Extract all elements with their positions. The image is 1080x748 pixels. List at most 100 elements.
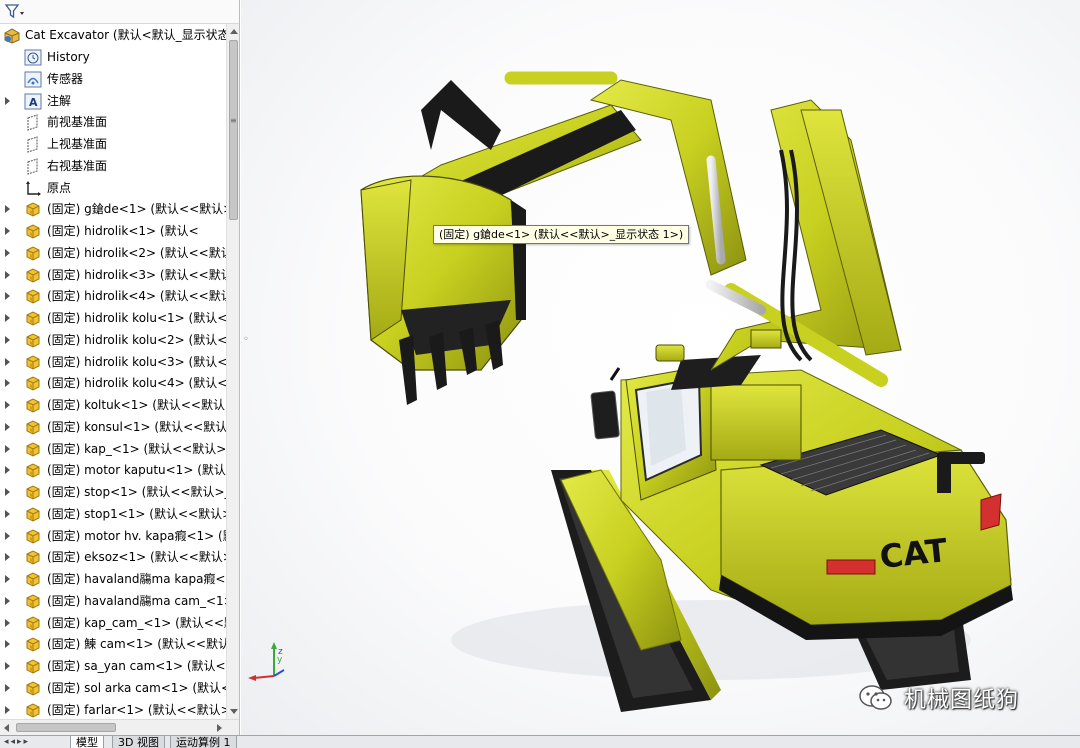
excavator-model: CAT: [360, 71, 1013, 712]
tree-item-label: 注解: [47, 93, 72, 108]
tree-item-label: (固定) koltuk<1> (默认<<默认>: [47, 398, 226, 412]
filter-icon[interactable]: [4, 3, 26, 21]
tree-item[interactable]: (固定) hidrolik kolu<4> (默认<: [0, 373, 226, 394]
tree-item-label: (固定) motor kaputu<1> (默认<: [47, 463, 226, 478]
tab-nav-arrows-icon[interactable]: ◂◂▸▸: [4, 737, 30, 748]
tree-item[interactable]: (固定) hidrolik kolu<3> (默认<: [0, 352, 226, 373]
part-icon: [24, 419, 42, 436]
tree-item-label: (固定) motor hv. kapa瘕<1> (默: [47, 528, 226, 543]
plane-icon: [24, 136, 42, 153]
scroll-thumb[interactable]: [229, 40, 238, 220]
tree-item-label: (固定) kap_cam_<1> (默认<<默: [47, 615, 226, 630]
part-icon: [24, 528, 42, 545]
tree-item-label: (固定) 鰊 cam<1> (默认<<默认:: [47, 637, 226, 652]
tree-item-label: (固定) havaland鬺ma kapa瘕<1: [47, 572, 226, 586]
tree-vertical-scrollbar[interactable]: ≡: [226, 24, 239, 719]
tree-item[interactable]: (固定) motor hv. kapa瘕<1> (默: [0, 526, 226, 547]
plane-icon: [24, 158, 42, 175]
tree-item[interactable]: 上视基准面: [0, 134, 226, 155]
tree-item[interactable]: (固定) sol arka cam<1> (默认<: [0, 678, 226, 699]
expand-arrow-icon[interactable]: [5, 466, 10, 475]
scroll-down-arrow-icon[interactable]: [230, 709, 238, 714]
tree-item[interactable]: History: [0, 47, 226, 68]
expand-arrow-icon[interactable]: [5, 227, 10, 235]
expand-arrow-icon[interactable]: [5, 640, 10, 649]
tree-item-label: (固定) eksoz<1> (默认<<默认>: [47, 550, 226, 565]
tree-item[interactable]: (固定) sa_yan cam<1> (默认<<: [0, 656, 226, 677]
tree-item[interactable]: (固定) g鎗de<1> (默认<<默认>: [0, 199, 226, 220]
tree-item[interactable]: (固定) 鰊 cam<1> (默认<<默认:: [0, 634, 226, 655]
tree-item-label: (固定) hidrolik kolu<2> (默认<: [47, 332, 226, 347]
expand-arrow-icon[interactable]: [5, 488, 10, 496]
feature-manager-tree[interactable]: Cat Excavator (默认<默认_显示状态 History 传感器 A 注解 前视…: [0, 0, 240, 735]
expand-arrow-icon[interactable]: [5, 618, 10, 627]
scroll-right-arrow-icon[interactable]: [217, 724, 222, 732]
expand-arrow-icon[interactable]: [5, 401, 10, 409]
expand-arrow-icon[interactable]: [5, 575, 10, 583]
expand-arrow-icon[interactable]: [5, 270, 10, 279]
graphics-viewport[interactable]: ◦ CAT (固定) g鎗de<1> (默认<<默认>_显示状态 1>) y z…: [241, 0, 1080, 735]
expand-arrow-icon[interactable]: [5, 379, 10, 388]
tree-item[interactable]: (固定) hidrolik<2> (默认<<默认: [0, 243, 226, 264]
tree-item[interactable]: (固定) hidrolik<3> (默认<<默认: [0, 265, 226, 286]
tree-item[interactable]: (固定) hidrolik<4> (默认<<默认: [0, 286, 226, 307]
tree-item[interactable]: A 注解: [0, 91, 226, 112]
expand-arrow-icon[interactable]: [5, 531, 10, 540]
history-icon: [24, 49, 42, 66]
assembly-icon: [3, 27, 21, 44]
horizontal-scroll-thumb[interactable]: [16, 723, 116, 732]
tree-item[interactable]: 原点: [0, 178, 226, 199]
bucket: [360, 175, 526, 405]
expand-arrow-icon[interactable]: [5, 705, 10, 714]
tree-item[interactable]: (固定) koltuk<1> (默认<<默认>: [0, 395, 226, 416]
tree-root-assembly[interactable]: Cat Excavator (默认<默认_显示状态: [0, 25, 226, 46]
part-icon: [24, 658, 42, 675]
tree-horizontal-scrollbar[interactable]: [0, 719, 239, 735]
tree-item[interactable]: (固定) motor kaputu<1> (默认<: [0, 460, 226, 481]
tree-item[interactable]: (固定) kap_cam_<1> (默认<<默: [0, 613, 226, 634]
tree-item-label: (固定) hidrolik kolu<3> (默认<: [47, 354, 226, 369]
part-icon: [24, 288, 42, 305]
tab-model[interactable]: 模型: [70, 736, 104, 748]
tree-item[interactable]: 右视基准面: [0, 156, 226, 177]
tree-item[interactable]: (固定) hidrolik<1> (默认<: [0, 221, 226, 242]
tree-item-label: (固定) konsul<1> (默认<<默认>: [47, 419, 226, 434]
part-icon: [24, 223, 42, 240]
expand-arrow-icon[interactable]: [5, 335, 10, 344]
expand-arrow-icon[interactable]: [5, 662, 10, 670]
expand-arrow-icon[interactable]: [5, 683, 10, 692]
tree-item-label: History: [47, 50, 90, 64]
expand-arrow-icon[interactable]: [5, 314, 10, 322]
tree-item[interactable]: (固定) hidrolik kolu<2> (默认<: [0, 330, 226, 351]
tab-motion-study[interactable]: 运动算例 1: [170, 736, 237, 748]
expand-arrow-icon[interactable]: [5, 205, 10, 214]
part-icon: [24, 462, 42, 479]
tree-item[interactable]: (固定) hidrolik kolu<1> (默认<: [0, 308, 226, 329]
tree-item[interactable]: 前视基准面: [0, 112, 226, 133]
tree-item[interactable]: (固定) havaland鬺ma kapa瘕<1: [0, 569, 226, 590]
svg-text:z: z: [278, 647, 283, 657]
part-icon: [24, 506, 42, 523]
tree-item[interactable]: (固定) havaland鬺ma cam_<1>: [0, 591, 226, 612]
coordinate-triad-icon: y z: [248, 642, 285, 681]
expand-arrow-icon[interactable]: [5, 509, 10, 518]
expand-arrow-icon[interactable]: [5, 444, 10, 453]
scroll-left-arrow-icon[interactable]: [4, 724, 9, 732]
expand-arrow-icon[interactable]: [5, 553, 10, 562]
tree-item[interactable]: (固定) eksoz<1> (默认<<默认>: [0, 547, 226, 568]
tree-item[interactable]: 传感器: [0, 69, 226, 90]
tree-item[interactable]: (固定) kap_<1> (默认<<默认>_: [0, 439, 226, 460]
expand-arrow-icon[interactable]: [5, 292, 10, 301]
tree-item[interactable]: (固定) farlar<1> (默认<<默认>_: [0, 700, 226, 720]
tab-3d-view[interactable]: 3D 视图: [112, 736, 165, 748]
expand-arrow-icon[interactable]: [5, 96, 10, 105]
tree-item[interactable]: (固定) stop1<1> (默认<<默认>_: [0, 504, 226, 525]
expand-arrow-icon[interactable]: [5, 596, 10, 605]
expand-arrow-icon[interactable]: [5, 422, 10, 431]
scroll-up-arrow-icon[interactable]: [230, 29, 238, 34]
tree-item[interactable]: (固定) stop<1> (默认<<默认>_显: [0, 482, 226, 503]
tree-item[interactable]: (固定) konsul<1> (默认<<默认>: [0, 417, 226, 438]
expand-arrow-icon[interactable]: [5, 248, 10, 257]
expand-arrow-icon[interactable]: [5, 357, 10, 366]
part-icon: [24, 615, 42, 632]
